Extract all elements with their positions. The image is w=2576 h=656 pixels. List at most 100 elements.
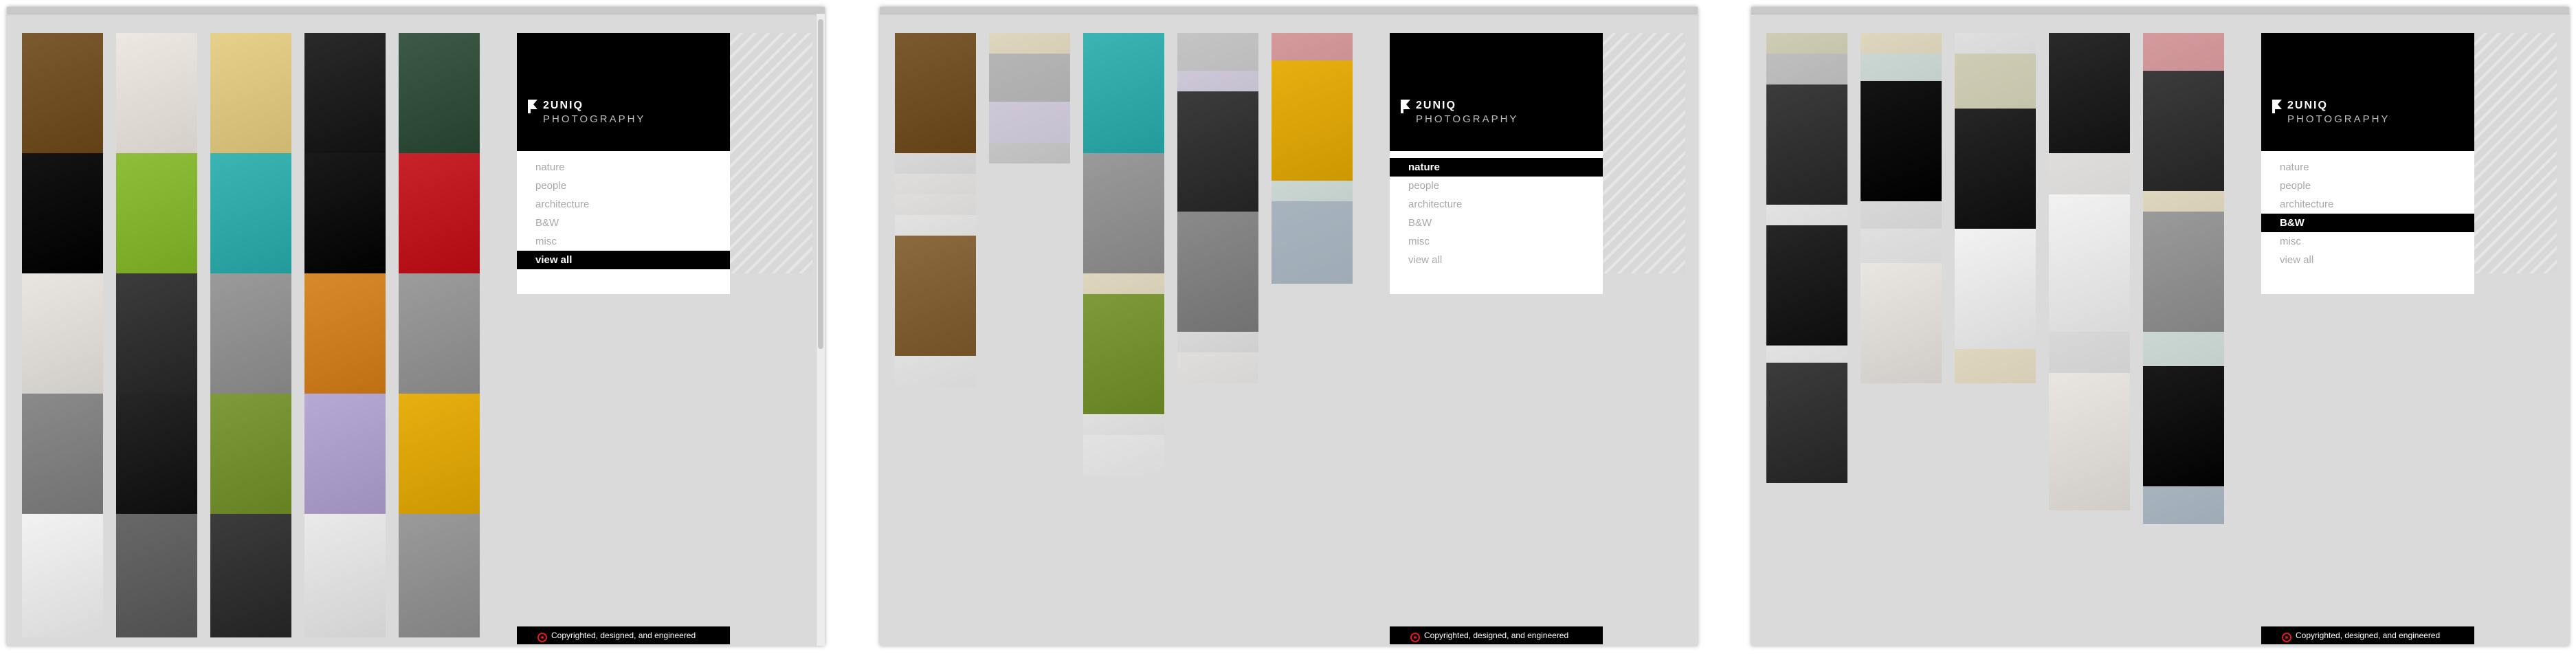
scrollbar-thumb[interactable] [818, 19, 823, 349]
photo-thumbnail[interactable] [304, 33, 386, 153]
photo-thumbnail[interactable] [116, 33, 197, 153]
photo-thumbnail[interactable] [895, 194, 976, 215]
nav-item-architecture[interactable]: architecture [2261, 195, 2474, 214]
nav-item-nature[interactable]: nature [1390, 158, 1603, 177]
photo-thumbnail[interactable] [1177, 352, 1258, 383]
photo-thumbnail[interactable] [304, 394, 386, 514]
photo-thumbnail[interactable] [1083, 273, 1164, 294]
photo-thumbnail[interactable] [1177, 71, 1258, 91]
site-logo[interactable]: 2UNIQ PHOTOGRAPHY [526, 98, 705, 126]
photo-thumbnail[interactable] [1861, 263, 1942, 383]
photo-thumbnail[interactable] [1766, 225, 1847, 346]
photo-thumbnail[interactable] [2049, 33, 2130, 153]
nav-item-view-all[interactable]: view all [517, 251, 730, 269]
photo-thumbnail[interactable] [1083, 153, 1164, 273]
nav-item-nature[interactable]: nature [2261, 158, 2474, 177]
photo-thumbnail[interactable] [895, 215, 976, 236]
photo-thumbnail[interactable] [1766, 205, 1847, 225]
nav-item-b-w[interactable]: B&W [1390, 214, 1603, 232]
photo-thumbnail[interactable] [1083, 33, 1164, 153]
photo-thumbnail[interactable] [1955, 349, 2036, 383]
photo-thumbnail[interactable] [989, 102, 1070, 143]
photo-thumbnail[interactable] [116, 514, 197, 637]
nav-item-nature[interactable]: nature [517, 158, 730, 177]
photo-thumbnail[interactable] [399, 394, 480, 514]
photo-thumbnail[interactable] [1766, 363, 1847, 483]
nav-item-misc[interactable]: misc [2261, 232, 2474, 251]
photo-thumbnail[interactable] [2143, 33, 2224, 71]
photo-thumbnail[interactable] [1272, 181, 1353, 201]
photo-thumbnail[interactable] [399, 273, 480, 394]
photo-thumbnail[interactable] [2049, 153, 2130, 194]
photo-thumbnail[interactable] [2143, 191, 2224, 212]
photo-thumbnail[interactable] [1177, 33, 1258, 71]
photo-thumbnail[interactable] [1272, 60, 1353, 181]
photo-thumbnail[interactable] [1766, 33, 1847, 54]
photo-thumbnail[interactable] [22, 33, 103, 153]
photo-thumbnail[interactable] [22, 273, 103, 394]
photo-thumbnail[interactable] [399, 153, 480, 273]
nav-item-misc[interactable]: misc [517, 232, 730, 251]
photo-thumbnail[interactable] [1083, 294, 1164, 414]
photo-thumbnail[interactable] [304, 153, 386, 273]
nav-item-people[interactable]: people [1390, 177, 1603, 195]
nav-item-b-w[interactable]: B&W [2261, 214, 2474, 232]
nav-item-misc[interactable]: misc [1390, 232, 1603, 251]
photo-thumbnail[interactable] [1766, 84, 1847, 205]
photo-thumbnail[interactable] [1766, 346, 1847, 363]
photo-thumbnail[interactable] [210, 273, 291, 394]
photo-thumbnail[interactable] [2143, 486, 2224, 524]
photo-thumbnail[interactable] [1766, 54, 1847, 84]
photo-thumbnail[interactable] [2049, 332, 2130, 373]
photo-thumbnail[interactable] [1955, 54, 2036, 109]
photo-thumbnail[interactable] [2049, 373, 2130, 510]
photo-thumbnail[interactable] [895, 174, 976, 194]
photo-thumbnail[interactable] [1861, 229, 1942, 263]
photo-thumbnail[interactable] [210, 394, 291, 514]
nav-item-architecture[interactable]: architecture [517, 195, 730, 214]
photo-thumbnail[interactable] [304, 514, 386, 637]
photo-thumbnail[interactable] [1272, 201, 1353, 284]
photo-thumbnail[interactable] [2143, 71, 2224, 191]
photo-thumbnail[interactable] [895, 153, 976, 174]
photo-thumbnail[interactable] [1177, 91, 1258, 212]
photo-thumbnail[interactable] [2143, 332, 2224, 366]
photo-thumbnail[interactable] [2143, 212, 2224, 332]
nav-item-people[interactable]: people [2261, 177, 2474, 195]
nav-item-view-all[interactable]: view all [1390, 251, 1603, 269]
photo-thumbnail[interactable] [895, 33, 976, 153]
photo-thumbnail[interactable] [116, 394, 197, 514]
photo-thumbnail[interactable] [1272, 33, 1353, 60]
photo-thumbnail[interactable] [1083, 414, 1164, 435]
photo-thumbnail[interactable] [989, 143, 1070, 163]
photo-thumbnail[interactable] [1861, 54, 1942, 81]
photo-thumbnail[interactable] [116, 153, 197, 273]
photo-thumbnail[interactable] [210, 33, 291, 153]
photo-thumbnail[interactable] [116, 273, 197, 394]
photo-thumbnail[interactable] [895, 236, 976, 356]
photo-thumbnail[interactable] [2143, 366, 2224, 486]
photo-thumbnail[interactable] [1083, 435, 1164, 476]
site-logo[interactable]: 2UNIQ PHOTOGRAPHY [2271, 98, 2450, 126]
nav-item-architecture[interactable]: architecture [1390, 195, 1603, 214]
nav-item-people[interactable]: people [517, 177, 730, 195]
photo-thumbnail[interactable] [1955, 109, 2036, 229]
photo-thumbnail[interactable] [210, 153, 291, 273]
photo-thumbnail[interactable] [2049, 194, 2130, 332]
photo-thumbnail[interactable] [1177, 332, 1258, 352]
photo-thumbnail[interactable] [1861, 201, 1942, 229]
photo-thumbnail[interactable] [22, 514, 103, 637]
photo-thumbnail[interactable] [989, 54, 1070, 102]
nav-item-view-all[interactable]: view all [2261, 251, 2474, 269]
photo-thumbnail[interactable] [1861, 33, 1942, 54]
photo-thumbnail[interactable] [399, 33, 480, 153]
photo-thumbnail[interactable] [895, 356, 976, 387]
vertical-scrollbar[interactable] [816, 14, 825, 646]
photo-thumbnail[interactable] [210, 514, 291, 637]
photo-thumbnail[interactable] [22, 153, 103, 273]
photo-thumbnail[interactable] [304, 273, 386, 394]
photo-thumbnail[interactable] [1177, 212, 1258, 332]
nav-item-b-w[interactable]: B&W [517, 214, 730, 232]
photo-thumbnail[interactable] [1861, 81, 1942, 201]
photo-thumbnail[interactable] [1955, 33, 2036, 54]
